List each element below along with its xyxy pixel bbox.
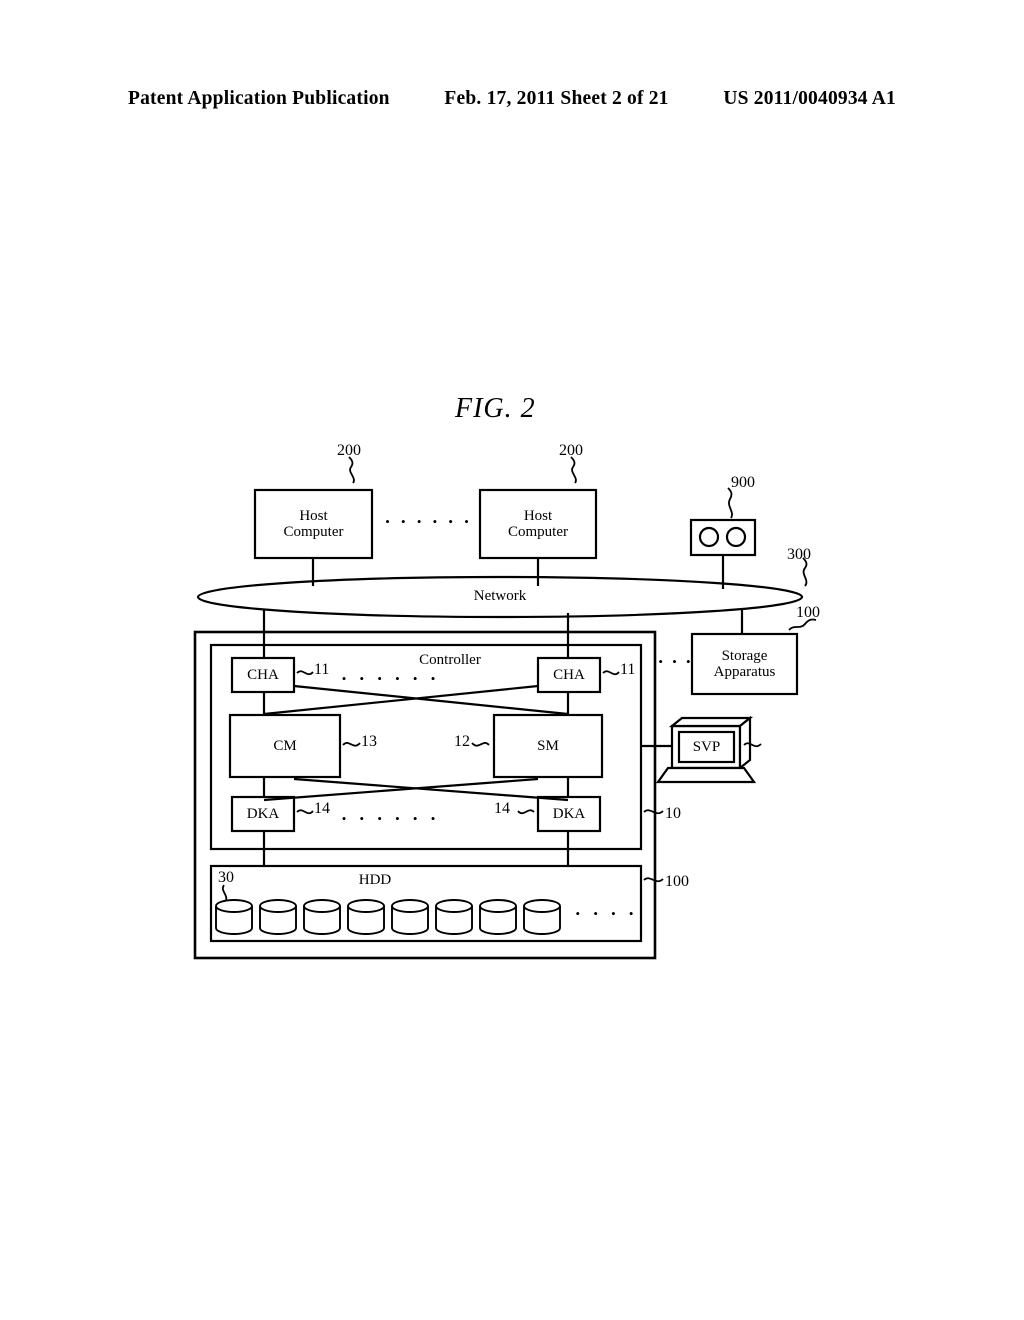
controller-label: Controller (419, 652, 481, 668)
hdd-drive (215, 899, 253, 935)
hdd-drive (347, 899, 385, 935)
leader-hdd-chassis (643, 877, 664, 883)
hdd-drive (303, 899, 341, 935)
bus-cm-to-dka-right (293, 777, 569, 802)
hdd-drive (259, 899, 297, 935)
host-computer-1-box (253, 488, 374, 560)
leader-host-1 (348, 456, 355, 484)
leader-dka-right (517, 809, 535, 815)
tape-reel-right-icon (725, 526, 747, 548)
hdd-drive-group (215, 899, 561, 935)
ref-12-sm: 12 (454, 733, 470, 750)
ref-200-host-2: 200 (559, 442, 583, 459)
leader-tape-device (727, 487, 733, 519)
leader-hdd-unit-30 (222, 884, 228, 902)
svp-monitor-3d-top (668, 716, 754, 728)
cha-ellipsis: • • • • • • (341, 671, 441, 686)
ref-100-hdd-chassis: 100 (665, 873, 689, 890)
ref-100-storage-apparatus: 100 (796, 604, 820, 621)
hdd-ellipsis: • • • • (575, 906, 639, 921)
sm-box (492, 713, 604, 779)
ref-30-hdd-unit: 30 (218, 869, 234, 886)
controller-storage-ellipsis: • • • (658, 654, 694, 669)
storage-apparatus-box (690, 632, 799, 696)
dka-right-box (536, 795, 602, 833)
ref-300-network: 300 (787, 546, 811, 563)
ref-10-controller: 10 (665, 805, 681, 822)
cm-box (228, 713, 342, 779)
bus-sm-to-dka-left (263, 777, 539, 802)
bus-cha-left-to-sm (293, 684, 569, 716)
hdd-drive (435, 899, 473, 935)
svp-screen (677, 730, 736, 764)
leader-cha-left (296, 670, 314, 676)
svp-base (655, 766, 757, 784)
hdd-drive (523, 899, 561, 935)
dka-left-box (230, 795, 296, 833)
leader-dka-left (296, 809, 314, 815)
network-label: Network (473, 588, 527, 604)
ref-900-tape-device: 900 (731, 474, 755, 491)
ref-11-cha-right: 11 (620, 661, 636, 678)
leader-cm (342, 741, 361, 747)
ref-11-cha-left: 11 (314, 661, 330, 678)
host-computer-2-box (478, 488, 598, 560)
diagram-vector-layer (193, 456, 817, 960)
ref-14-dka-right: 14 (494, 800, 510, 817)
tape-reel-left-icon (698, 526, 720, 548)
leader-controller (643, 809, 664, 815)
hdd-drive (391, 899, 429, 935)
hosts-ellipsis: • • • • • • (385, 514, 473, 529)
leader-host-2 (570, 456, 577, 484)
bus-cha-right-to-cm (263, 684, 539, 716)
leader-sm (471, 741, 490, 747)
ref-14-dka-left: 14 (314, 800, 330, 817)
figure-2-diagram: Host Computer Host Computer • • • • • • … (0, 0, 1024, 1320)
hdd-label: HDD (358, 872, 392, 888)
leader-cha-right (602, 670, 620, 676)
dka-ellipsis: • • • • • • (341, 811, 441, 826)
ref-13-cm: 13 (361, 733, 377, 750)
cha-right-box (536, 656, 602, 694)
cha-left-box (230, 656, 296, 694)
ref-200-host-1: 200 (337, 442, 361, 459)
hdd-drive (479, 899, 517, 935)
